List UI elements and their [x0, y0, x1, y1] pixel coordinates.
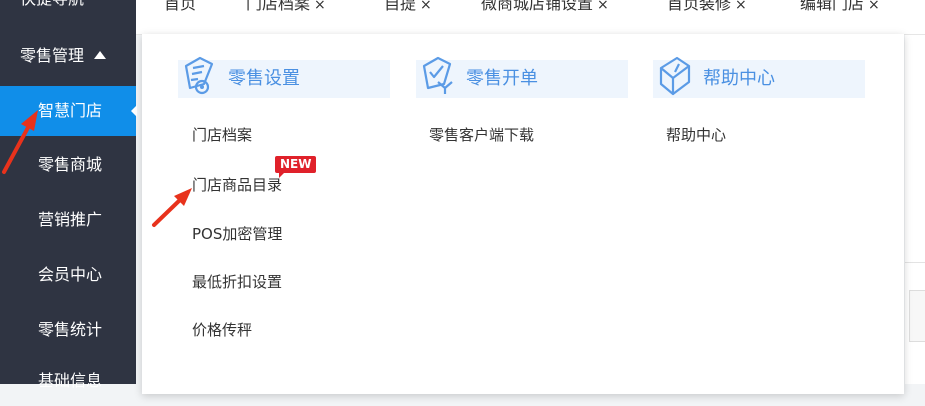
sidebar-item-label: 零售商城 [38, 155, 103, 174]
menu-link-store-product-catalog[interactable]: 门店商品目录 [192, 174, 282, 195]
sidebar-item-label: 智慧门店 [38, 101, 103, 120]
mega-menu-panel: 零售设置 零售开单 帮助中心 门店档案 门店商品目录 POS加密管理 最低折扣设… [142, 34, 904, 394]
tab-label: 首页 [164, 0, 197, 13]
tab-close-icon[interactable]: × [735, 0, 747, 13]
sidebar-group-retail[interactable]: 零售管理 [0, 34, 136, 78]
sidebar-group-label: 零售管理 [20, 46, 85, 65]
sidebar-item-statistics[interactable]: 零售统计 [0, 305, 136, 355]
menu-column-header-help-center: 帮助中心 [653, 56, 865, 98]
tab-label: 门店档案 [246, 0, 311, 13]
tab-store-profile[interactable]: 门店档案 × [246, 0, 326, 19]
menu-column-header-retail-order: 零售开单 [416, 56, 628, 98]
tab-label: 首页装修 [667, 0, 732, 13]
tab-close-icon[interactable]: × [420, 0, 432, 13]
sidebar: 快捷导航 零售管理 智慧门店 零售商城 营销推广 会员中心 零售统计 基础信息 [0, 0, 137, 390]
menu-link-help-center[interactable]: 帮助中心 [666, 124, 726, 145]
sidebar-item-label: 零售统计 [38, 320, 103, 339]
tab-label: 自提 [384, 0, 417, 13]
background-divider [905, 262, 925, 263]
chevron-up-icon [94, 50, 107, 59]
sidebar-quick-nav[interactable]: 快捷导航 [0, 0, 136, 16]
menu-column-title: 零售开单 [466, 68, 538, 89]
help-book-icon [659, 56, 691, 96]
tab-pickup[interactable]: 自提 × [384, 0, 432, 19]
menu-link-pos-encryption[interactable]: POS加密管理 [192, 223, 282, 244]
tab-close-icon[interactable]: × [597, 0, 609, 13]
menu-link-client-download[interactable]: 零售客户端下载 [429, 124, 534, 145]
tab-label: 微商城店铺设置 [481, 0, 594, 13]
tab-microstore-settings[interactable]: 微商城店铺设置 × [481, 0, 609, 19]
menu-link-min-discount[interactable]: 最低折扣设置 [192, 271, 282, 292]
new-badge: NEW [275, 156, 317, 178]
sidebar-item-marketing[interactable]: 营销推广 [0, 195, 136, 245]
tab-home[interactable]: 首页 [164, 0, 196, 19]
menu-column-header-retail-settings: 零售设置 [178, 56, 390, 98]
retail-settings-icon [184, 56, 214, 95]
retail-order-icon [422, 56, 453, 94]
menu-column-title: 帮助中心 [703, 68, 775, 89]
active-indicator-icon [131, 105, 137, 117]
tab-close-icon[interactable]: × [868, 0, 880, 13]
sidebar-item-members[interactable]: 会员中心 [0, 250, 136, 300]
menu-link-price-scale[interactable]: 价格传秤 [192, 319, 252, 340]
sidebar-item-label: 基础信息 [38, 371, 103, 390]
sidebar-item-smart-store[interactable]: 智慧门店 [0, 86, 137, 136]
tab-bar: 首页 门店档案 × 自提 × 微商城店铺设置 × 首页装修 × 编辑门店 × [136, 0, 925, 35]
tab-edit-store[interactable]: 编辑门店 × [800, 0, 880, 19]
sidebar-item-label: 会员中心 [38, 265, 103, 284]
sidebar-item-basic-info[interactable]: 基础信息 [0, 356, 136, 406]
tab-label: 编辑门店 [800, 0, 865, 13]
sidebar-item-label: 营销推广 [38, 210, 103, 229]
menu-column-title: 零售设置 [228, 68, 300, 89]
background-button [909, 290, 925, 342]
tab-home-decoration[interactable]: 首页装修 × [667, 0, 747, 19]
menu-link-store-profile[interactable]: 门店档案 [192, 124, 252, 145]
sidebar-item-retail-mall[interactable]: 零售商城 [0, 140, 136, 190]
tab-close-icon[interactable]: × [314, 0, 326, 13]
